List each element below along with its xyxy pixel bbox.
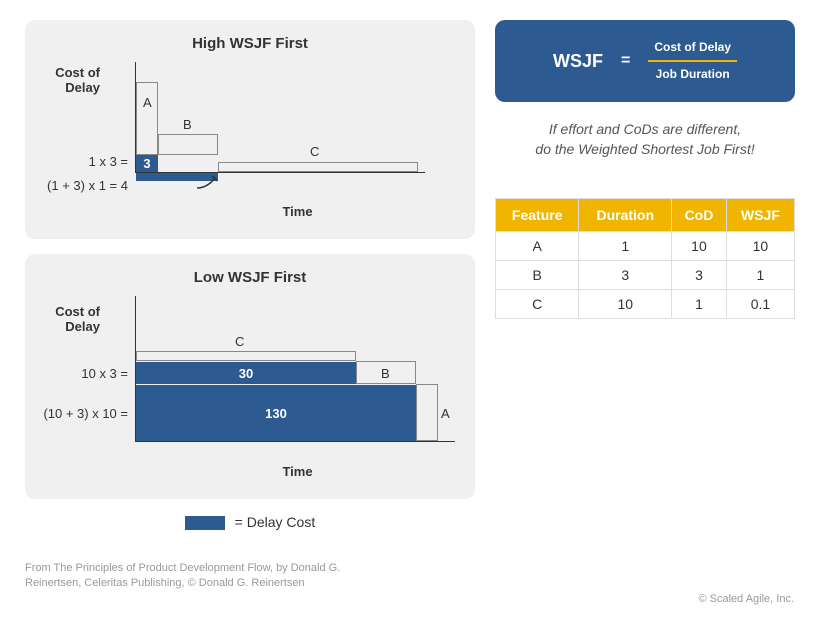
- formula-lhs: WSJF: [553, 51, 603, 72]
- chart-area-high: A B 3 1 x 3 = C (1 + 3) x 1 = 4: [135, 62, 460, 182]
- formula-box: WSJF = Cost of Delay Job Duration: [495, 20, 795, 102]
- calc-a-low: (10 + 3) x 10 =: [38, 406, 128, 421]
- calc-b-high: 1 x 3 =: [38, 154, 128, 169]
- chart-high-wsjf: High WSJF First Cost of Delay A B 3 1 x …: [25, 20, 475, 239]
- bar-a-label-low: A: [441, 406, 450, 421]
- bar-c-outline-low: [136, 351, 356, 361]
- bar-b-label-low: B: [381, 366, 390, 381]
- legend: = Delay Cost: [25, 514, 475, 530]
- bar-c-outline: [218, 162, 418, 172]
- th-duration: Duration: [579, 198, 672, 231]
- formula-eq: =: [621, 52, 630, 70]
- chart-title-low: Low WSJF First: [40, 269, 460, 286]
- citation: From The Principles of Product Developme…: [25, 561, 345, 590]
- tagline: If effort and CoDs are different, do the…: [495, 120, 795, 159]
- y-axis-label-low: Cost of Delay: [30, 304, 100, 334]
- y-axis-label-high: Cost of Delay: [30, 65, 100, 95]
- bar-c-label-low: C: [235, 334, 244, 349]
- formula-numerator: Cost of Delay: [648, 38, 737, 62]
- bar-b-outline: [158, 134, 218, 155]
- chart-area-low: C B 30 10 x 3 = A 130 (10 + 3) x 10 =: [135, 296, 460, 456]
- th-cod: CoD: [672, 198, 727, 231]
- formula-denominator: Job Duration: [650, 62, 736, 84]
- bar-b-label: B: [183, 117, 192, 132]
- table-row: B 3 3 1: [496, 260, 795, 289]
- chart-title-high: High WSJF First: [40, 35, 460, 52]
- bar-c-label: C: [310, 144, 319, 159]
- bar-a-outline-low: [416, 384, 438, 441]
- x-axis-label-low: Time: [135, 464, 460, 479]
- formula-fraction: Cost of Delay Job Duration: [648, 38, 737, 84]
- th-feature: Feature: [496, 198, 579, 231]
- x-axis-label-high: Time: [135, 204, 460, 219]
- table-row: C 10 1 0.1: [496, 289, 795, 318]
- wsjf-table: Feature Duration CoD WSJF A 1 10 10 B 3 …: [495, 198, 795, 319]
- bar-a-outline: [136, 82, 158, 155]
- chart-low-wsjf: Low WSJF First Cost of Delay C B 30 10 x…: [25, 254, 475, 499]
- legend-swatch: [185, 516, 225, 530]
- bar-a-delay-low: 130: [136, 385, 416, 441]
- arrow-icon: [195, 174, 225, 192]
- table-row: A 1 10 10: [496, 231, 795, 260]
- bar-b-delay: 3: [136, 155, 158, 172]
- copyright: © Scaled Agile, Inc.: [698, 593, 794, 605]
- calc-c-high: (1 + 3) x 1 = 4: [38, 178, 128, 193]
- th-wsjf: WSJF: [726, 198, 794, 231]
- bar-b-delay-low: 30: [136, 362, 356, 384]
- bar-a-label: A: [143, 95, 152, 110]
- calc-b-low: 10 x 3 =: [38, 366, 128, 381]
- legend-label: = Delay Cost: [235, 514, 316, 530]
